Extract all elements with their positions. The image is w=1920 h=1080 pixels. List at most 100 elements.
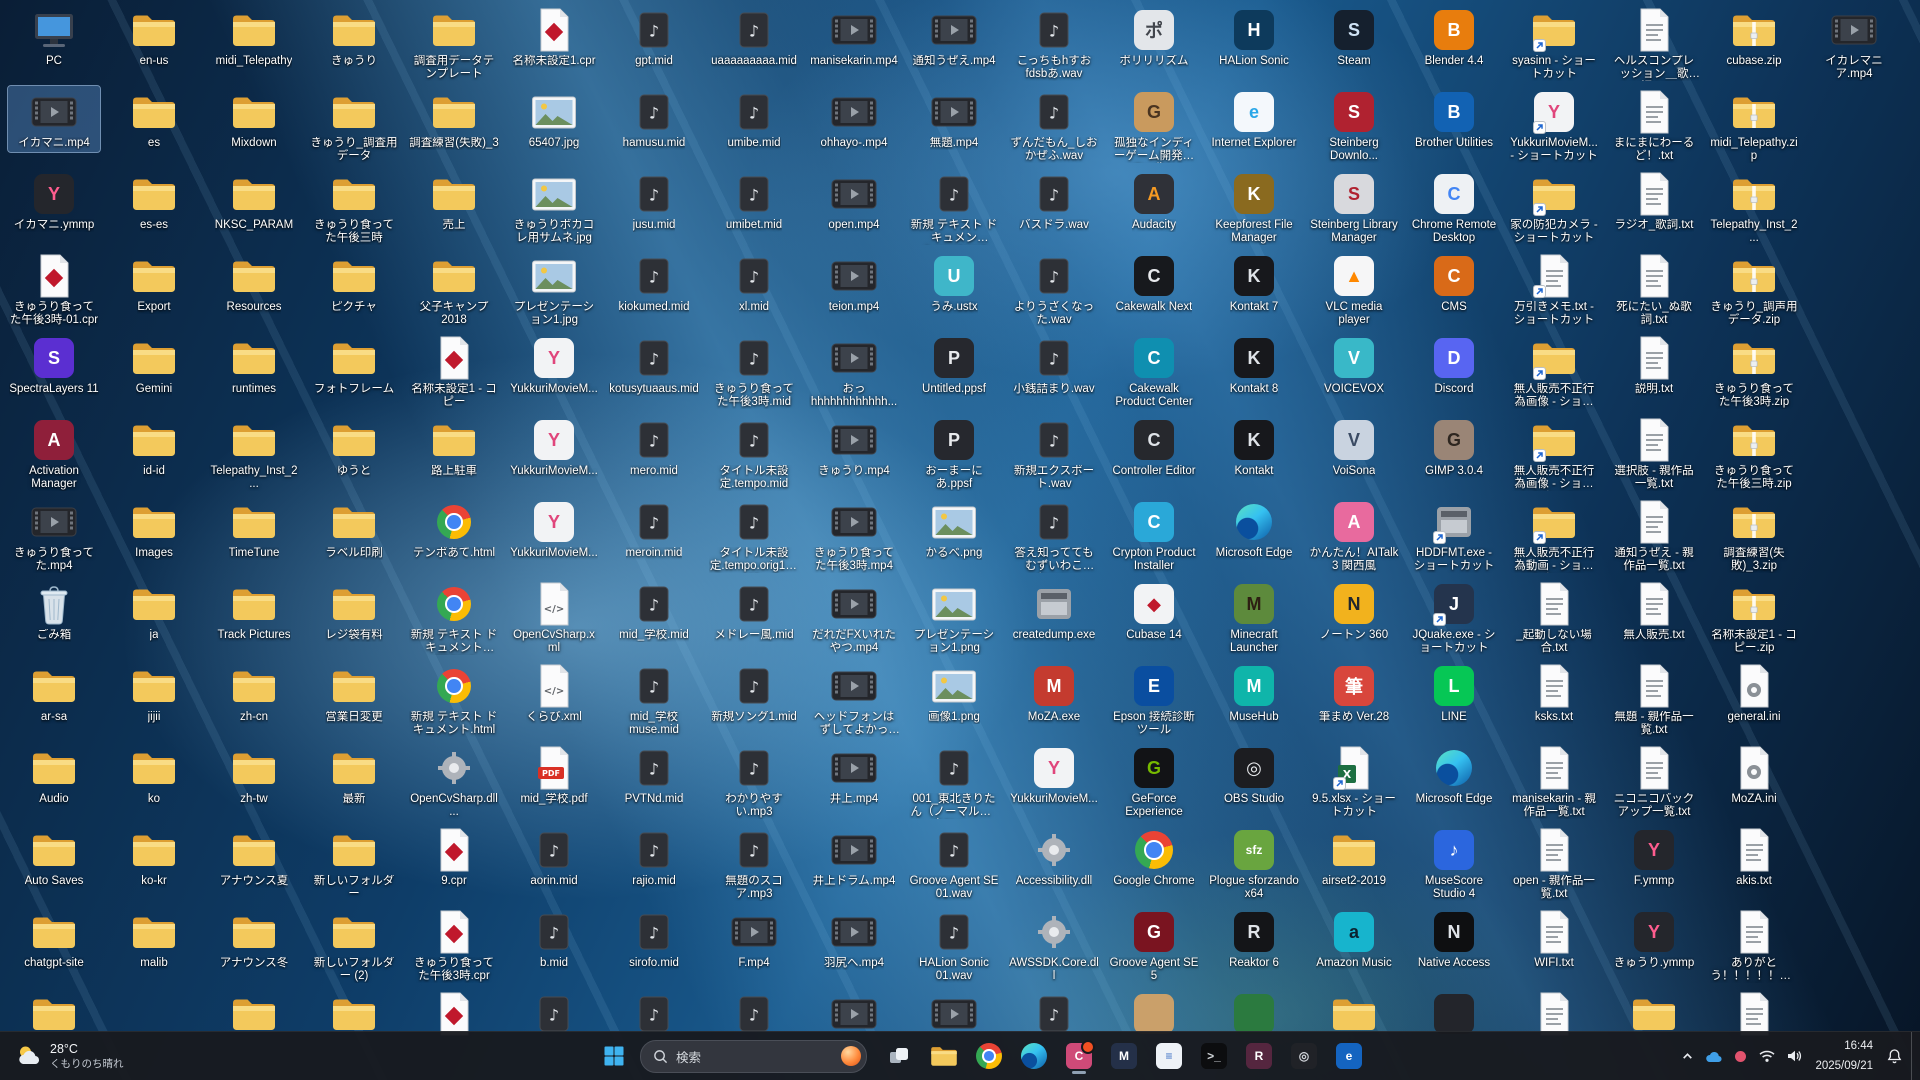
- desktop-icon[interactable]: ♪meroin.mid: [608, 496, 700, 562]
- start-button[interactable]: [594, 1036, 634, 1076]
- desktop-icon[interactable]: Microsoft Edge: [1408, 742, 1500, 808]
- desktop-icon[interactable]: Google Chrome: [1108, 824, 1200, 890]
- desktop-icon[interactable]: RReaktor 6: [1208, 906, 1300, 972]
- desktop-icon[interactable]: CCakewalk Product Center: [1108, 332, 1200, 411]
- desktop-icon[interactable]: アナウンス冬: [208, 906, 300, 972]
- desktop-icon[interactable]: AActivation Manager: [8, 414, 100, 493]
- desktop-icon[interactable]: ♪PVTNd.mid: [608, 742, 700, 808]
- desktop-icon[interactable]: Audio: [8, 742, 100, 808]
- desktop-icon[interactable]: Telepathy_Inst_2...: [208, 414, 300, 493]
- desktop-icon[interactable]: KKontakt 7: [1208, 250, 1300, 316]
- desktop-icon[interactable]: ohhayo-.mp4: [808, 86, 900, 152]
- desktop-icon[interactable]: ラジオ_歌詞.txt: [1608, 168, 1700, 234]
- desktop-icon[interactable]: ポポリリリズム: [1108, 4, 1200, 70]
- desktop-icon[interactable]: GGIMP 3.0.4: [1408, 414, 1500, 480]
- desktop-icon[interactable]: Images: [108, 496, 200, 562]
- desktop-icon[interactable]: F.mp4: [708, 906, 800, 972]
- desktop-icon[interactable]: cubase.zip: [1708, 4, 1800, 70]
- desktop-icon[interactable]: イカレマニア.mp4: [1808, 4, 1900, 83]
- desktop-icon[interactable]: ♪バスドラ.wav: [1008, 168, 1100, 234]
- daw-app[interactable]: R: [1239, 1036, 1279, 1076]
- desktop-icon[interactable]: テンポあて.html: [408, 496, 500, 562]
- desktop-icon[interactable]: ♪umibe.mid: [708, 86, 800, 152]
- desktop-icon[interactable]: 調査練習(失敗)_3: [408, 86, 500, 152]
- search-input[interactable]: 検索: [640, 1040, 867, 1073]
- desktop-icon[interactable]: 無題.mp4: [908, 86, 1000, 152]
- desktop-icon[interactable]: manisekarin.mp4: [808, 4, 900, 70]
- desktop-icon[interactable]: ♪MuseScore Studio 4: [1408, 824, 1500, 903]
- desktop-icon[interactable]: ♪xl.mid: [708, 250, 800, 316]
- desktop-icon[interactable]: ピクチャ: [308, 250, 400, 316]
- desktop-icon[interactable]: CChrome Remote Desktop: [1408, 168, 1500, 247]
- desktop-icon[interactable]: Accessibility.dll: [1008, 824, 1100, 890]
- desktop-icon[interactable]: きゅうり食ってた午後3時-01.cpr: [8, 250, 100, 329]
- desktop-icon[interactable]: ヘッドフォンはずしてよかった.mp4: [808, 660, 900, 739]
- desktop-icon[interactable]: ko-kr: [108, 824, 200, 890]
- desktop-icon[interactable]: ♪答え知っててもむずいわこれ.wav: [1008, 496, 1100, 575]
- desktop-icon[interactable]: ♪uaaaaaaaaa.mid: [708, 4, 800, 70]
- tray-cloud-button[interactable]: [1700, 1038, 1727, 1074]
- desktop-icon[interactable]: きゅうり食ってた午後三時: [308, 168, 400, 247]
- desktop-icon[interactable]: VVOICEVOX: [1308, 332, 1400, 398]
- desktop-icon[interactable]: 説明.txt: [1608, 332, 1700, 398]
- desktop-icon[interactable]: ♪メドレー風.mid: [708, 578, 800, 644]
- microsoft-edge[interactable]: [1014, 1036, 1054, 1076]
- desktop-icon[interactable]: malib: [108, 906, 200, 972]
- desktop-icon[interactable]: ♪kiokumed.mid: [608, 250, 700, 316]
- desktop-icon[interactable]: ありがとう！！！！！！.txt: [1708, 906, 1800, 985]
- desktop-icon[interactable]: CController Editor: [1108, 414, 1200, 480]
- desktop-icon[interactable]: _起動しない場合.txt: [1508, 578, 1600, 657]
- desktop-icon[interactable]: CCrypton Product Installer: [1108, 496, 1200, 575]
- desktop-icon[interactable]: だれだFXいれたやつ.mp4: [808, 578, 900, 657]
- desktop-icon[interactable]: 死にたい_ぬ歌詞.txt: [1608, 250, 1700, 329]
- desktop-icon[interactable]: きゅうり食ってた午後三時.zip: [1708, 414, 1800, 493]
- desktop-icon[interactable]: ♪umibet.mid: [708, 168, 800, 234]
- desktop-icon[interactable]: 9.cpr: [408, 824, 500, 890]
- desktop-icon[interactable]: SSpectraLayers 11: [8, 332, 100, 398]
- desktop-icon[interactable]: airset2-2019: [1308, 824, 1400, 890]
- desktop-icon[interactable]: 無人販売不正行為画像 - ショートカット: [1508, 332, 1600, 411]
- desktop-icon[interactable]: 選択肢 - 親作品一覧.txt: [1608, 414, 1700, 493]
- desktop-icon[interactable]: 画像1.png: [908, 660, 1000, 726]
- desktop-icon[interactable]: きゅうりボカコレ用サムネ.jpg: [508, 168, 600, 247]
- desktop-icon[interactable]: es: [108, 86, 200, 152]
- desktop-icon[interactable]: きゅうり_調声用データ.zip: [1708, 250, 1800, 329]
- desktop-icon[interactable]: HDDFMT.exe - ショートカット: [1408, 496, 1500, 575]
- desktop-icon[interactable]: 新規 テキスト ドキュメント.html: [408, 660, 500, 739]
- desktop-icon[interactable]: Resources: [208, 250, 300, 316]
- desktop-icon[interactable]: midi_Telepathy.zip: [1708, 86, 1800, 165]
- clock[interactable]: 16:44 2025/09/21: [1807, 1038, 1881, 1074]
- desktop-icon[interactable]: MoZA.ini: [1708, 742, 1800, 808]
- desktop-icon[interactable]: ゆうと: [308, 414, 400, 480]
- desktop-icon[interactable]: jijii: [108, 660, 200, 726]
- desktop-icon[interactable]: sfzPlogue sforzando x64: [1208, 824, 1300, 903]
- desktop-icon[interactable]: aAmazon Music: [1308, 906, 1400, 972]
- desktop-icon[interactable]: runtimes: [208, 332, 300, 398]
- desktop-icon[interactable]: YYukkuriMovieM... - ショートカット: [1508, 86, 1600, 165]
- desktop-icon[interactable]: NKSC_PARAM: [208, 168, 300, 234]
- desktop-icon[interactable]: きゅうり食ってた午後3時.zip: [1708, 332, 1800, 411]
- desktop-icon[interactable]: zh-tw: [208, 742, 300, 808]
- desktop-icon[interactable]: LLINE: [1408, 660, 1500, 726]
- desktop-icon[interactable]: 売上: [408, 168, 500, 234]
- desktop-icon[interactable]: JJQuake.exe - ショートカット: [1408, 578, 1500, 657]
- desktop-icon[interactable]: WIFI.txt: [1508, 906, 1600, 972]
- desktop-icon[interactable]: 家の防犯カメラ - ショートカット: [1508, 168, 1600, 247]
- desktop-icon[interactable]: ♪aorin.mid: [508, 824, 600, 890]
- desktop-icon[interactable]: X9.5.xlsx - ショートカット: [1308, 742, 1400, 821]
- desktop-icon[interactable]: ♪タイトル未設定.tempo.orig1.mid: [708, 496, 800, 575]
- desktop-icon[interactable]: ラベル印刷: [308, 496, 400, 562]
- desktop-icon[interactable]: 新しいフォルダー (2): [308, 906, 400, 985]
- desktop-icon[interactable]: SSteinberg Library Manager: [1308, 168, 1400, 247]
- desktop-icon[interactable]: 新しいフォルダー: [308, 824, 400, 903]
- desktop-icon[interactable]: 万引きメモ.txt - ショートカット: [1508, 250, 1600, 329]
- desktop-icon[interactable]: ♪Groove Agent SE 01.wav: [908, 824, 1000, 903]
- desktop-icon[interactable]: CCMS: [1408, 250, 1500, 316]
- task-view[interactable]: [879, 1036, 919, 1076]
- desktop-icon[interactable]: おっhhhhhhhhhhhh...: [808, 332, 900, 411]
- desktop-icon[interactable]: PC: [8, 4, 100, 70]
- chat-app[interactable]: C: [1059, 1036, 1099, 1076]
- desktop-icon[interactable]: ♪001_東北きりたん（ノーマル）_今じゃ...: [908, 742, 1000, 821]
- desktop-icon[interactable]: ♪b.mid: [508, 906, 600, 972]
- desktop-icon[interactable]: es-es: [108, 168, 200, 234]
